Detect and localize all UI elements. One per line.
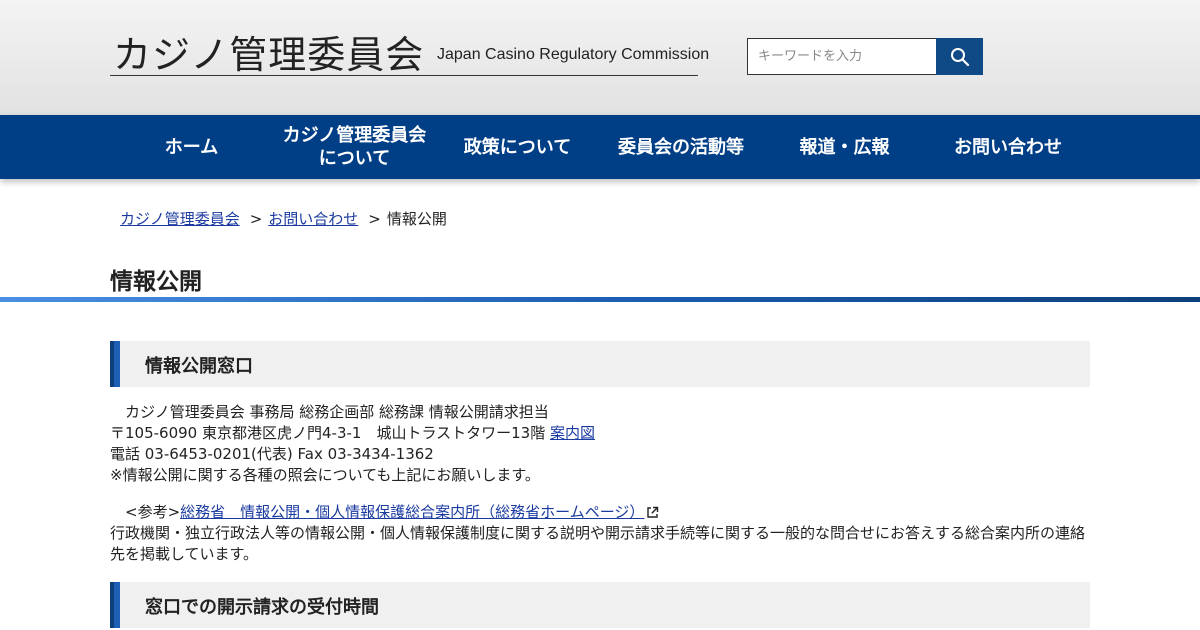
title-underline [0, 297, 1200, 302]
site-logo[interactable]: カジノ管理委員会 Japan Casino Regulatory Commiss… [110, 24, 709, 77]
search-button[interactable] [936, 38, 983, 75]
section-heading-reception-hours: 窓口での開示請求の受付時間 [110, 582, 1090, 628]
breadcrumb-contact-link[interactable]: お問い合わせ [268, 210, 358, 228]
reference-prefix: <参考> [110, 503, 181, 521]
nav-item-about[interactable]: カジノ管理委員会 について [273, 115, 436, 179]
page-title: 情報公開 [110, 269, 202, 295]
logo-japanese: カジノ管理委員会 [113, 33, 425, 77]
logo-english: Japan Casino Regulatory Commission [437, 46, 710, 63]
breadcrumb: カジノ管理委員会 > お問い合わせ > 情報公開 [120, 208, 447, 229]
section-heading-text: 窓口での開示請求の受付時間 [145, 597, 379, 618]
nav-item-contact[interactable]: お問い合わせ [926, 115, 1090, 179]
nav-item-activities[interactable]: 委員会の活動等 [599, 115, 763, 179]
inquiry-note: ※情報公開に関する各種の照会についても上記にお願いします。 [110, 466, 540, 484]
search-input[interactable] [747, 38, 937, 75]
mic-info-link[interactable]: 総務省 情報公開・個人情報保護総合案内所（総務省ホームページ） [180, 503, 644, 521]
breadcrumb-home-link[interactable]: カジノ管理委員会 [120, 210, 240, 228]
breadcrumb-separator: > [249, 210, 263, 228]
map-link[interactable]: 案内図 [550, 424, 595, 442]
search-form [747, 38, 983, 75]
nav-item-home[interactable]: ホーム [110, 115, 273, 179]
breadcrumb-separator: > [368, 210, 381, 228]
external-link-icon [647, 506, 659, 518]
site-header: カジノ管理委員会 Japan Casino Regulatory Commiss… [0, 0, 1200, 115]
global-nav: ホーム カジノ管理委員会 について 政策について 委員会の活動等 報道・広報 お… [0, 115, 1200, 179]
office-address: 〒105-6090 東京都港区虎ノ門4-3-1 城山トラストタワー13階 案内図 [110, 423, 595, 444]
section-heading-disclosure-desk: 情報公開窓口 [110, 341, 1090, 387]
section-heading-text: 情報公開窓口 [145, 356, 253, 377]
office-phone: 電話 03-6453-0201(代表) Fax 03-3434-1362 [110, 445, 434, 463]
search-icon [950, 47, 969, 66]
nav-item-press[interactable]: 報道・広報 [763, 115, 926, 179]
nav-item-policy[interactable]: 政策について [436, 115, 599, 179]
breadcrumb-current: 情報公開 [386, 210, 447, 228]
reference-line: <参考>総務省 情報公開・個人情報保護総合案内所（総務省ホームページ） [110, 502, 659, 523]
reference-description: 行政機関・独立行政法人等の情報公開・個人情報保護制度に関する説明や開示請求手続等… [110, 524, 1086, 563]
office-name: カジノ管理委員会 事務局 総務企画部 総務課 情報公開請求担当 [110, 403, 549, 421]
address-text: 〒105-6090 東京都港区虎ノ門4-3-1 城山トラストタワー13階 [110, 424, 550, 442]
